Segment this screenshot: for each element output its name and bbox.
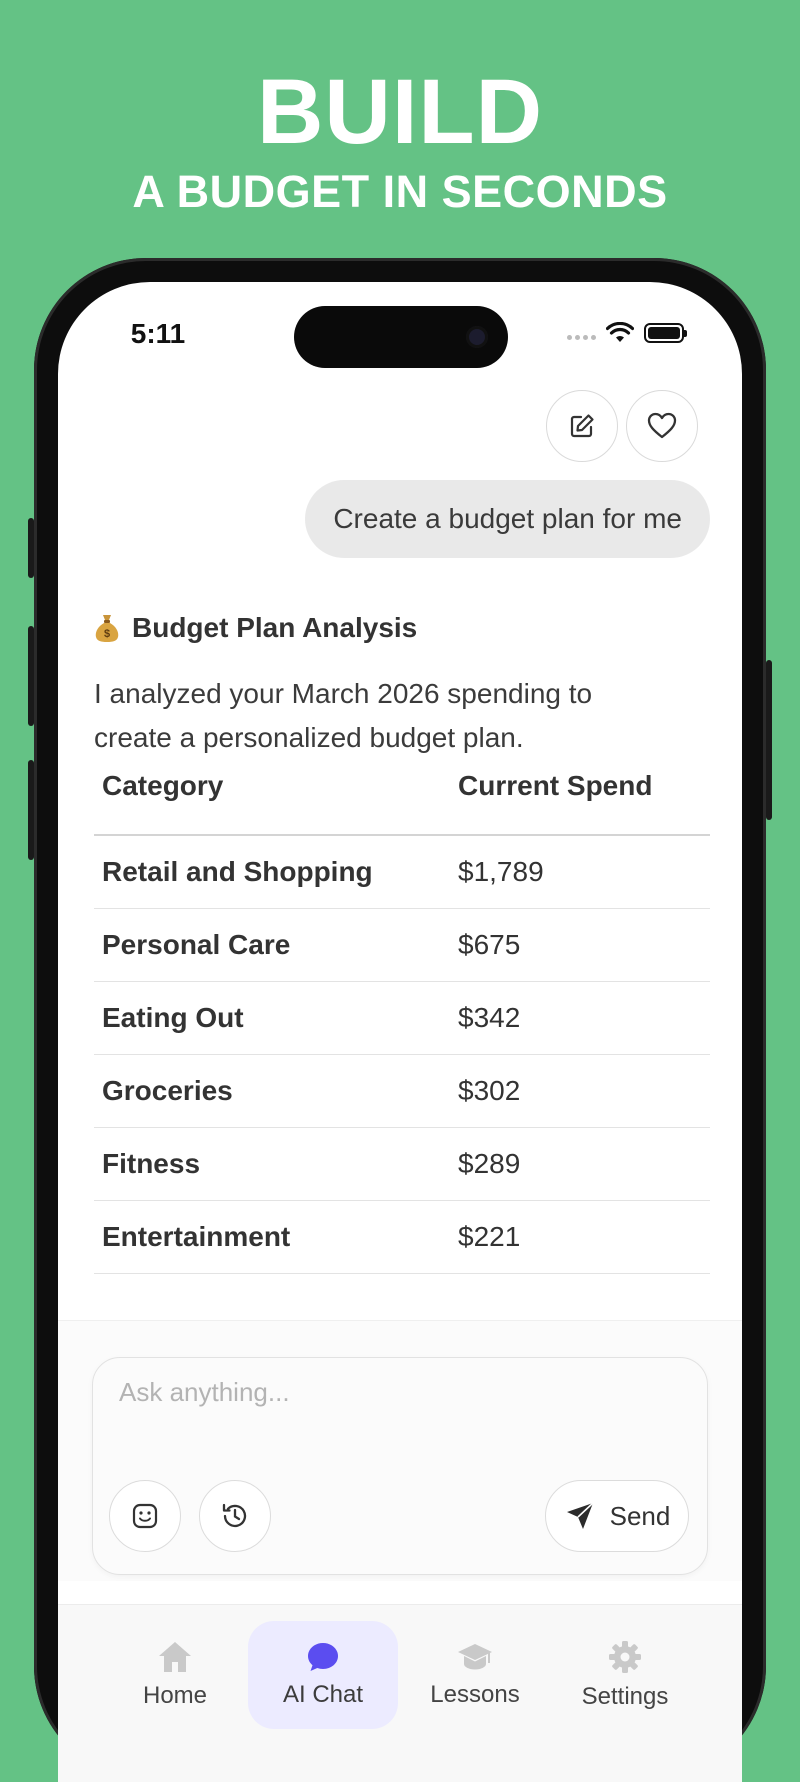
app-screen: 5:11 Create a budget plan for me $ Budge… (58, 282, 742, 1782)
front-camera (466, 326, 488, 348)
send-button[interactable]: Send (545, 1480, 689, 1552)
tab-ai-chat-label: AI Chat (282, 1681, 364, 1708)
table-cell-spend: $342 (458, 1002, 521, 1033)
table-cell-spend: $675 (458, 929, 521, 960)
send-label: Send (609, 1500, 671, 1531)
tab-home-label: Home (142, 1682, 208, 1709)
home-icon (159, 1642, 191, 1672)
money-bag-icon: $ (95, 615, 119, 642)
tab-ai-chat[interactable]: AI Chat (248, 1621, 398, 1729)
graduation-cap-icon (458, 1644, 492, 1670)
table-cell-category: Fitness (102, 1148, 201, 1179)
answer-heading: $ Budget Plan Analysis (94, 612, 417, 644)
table-header-category: Category (102, 770, 224, 801)
composer: Send (92, 1357, 708, 1575)
table-cell-spend: $289 (458, 1148, 521, 1179)
tab-bar: Home AI Chat Lessons Settings (58, 1604, 742, 1782)
chat-bubble-icon (308, 1643, 338, 1671)
table-cell-spend: $221 (458, 1221, 521, 1252)
edit-icon (570, 414, 594, 438)
tab-settings[interactable]: Settings (550, 1621, 700, 1729)
heart-icon (647, 412, 677, 439)
table-row: Entertainment $221 (94, 1201, 710, 1274)
phone-volume-down-button (28, 760, 34, 860)
table-row: Fitness $289 (94, 1128, 710, 1201)
table-header-row: Category Current Spend (94, 770, 710, 836)
phone-power-button (766, 660, 772, 820)
tab-home[interactable]: Home (100, 1621, 250, 1729)
status-time: 5:11 (130, 318, 186, 349)
tab-settings-label: Settings (581, 1683, 669, 1710)
table-cell-category: Entertainment (102, 1221, 291, 1252)
promo-subheadline: A BUDGET IN SECONDS (132, 166, 668, 217)
smiley-icon (132, 1503, 158, 1529)
gear-icon (609, 1641, 641, 1673)
tab-lessons[interactable]: Lessons (400, 1621, 550, 1729)
table-row: Retail and Shopping $1,789 (94, 836, 710, 909)
svg-text:$: $ (104, 628, 110, 640)
table-header-current-spend: Current Spend (458, 770, 653, 801)
table-cell-spend: $1,789 (458, 856, 544, 887)
table-row: Personal Care $675 (94, 909, 710, 982)
answer-title: Budget Plan Analysis (132, 612, 418, 643)
table-cell-category: Personal Care (102, 929, 291, 960)
wifi-icon (606, 322, 634, 342)
table-cell-category: Groceries (102, 1075, 233, 1106)
history-icon (222, 1503, 247, 1528)
table-cell-spend: $302 (458, 1075, 521, 1106)
chat-input[interactable] (117, 1376, 681, 1409)
history-button[interactable] (199, 1480, 271, 1552)
phone-volume-up-button (28, 626, 34, 726)
answer-text: I analyzed your March 2026 spending to c… (94, 678, 593, 753)
table-row: Eating Out $342 (94, 982, 710, 1055)
promo-headline: BUILD (256, 61, 544, 163)
phone-action-button (28, 518, 34, 578)
battery-icon (644, 323, 687, 343)
table-cell-category: Eating Out (102, 1002, 244, 1033)
send-icon (566, 1502, 594, 1529)
dynamic-island (294, 306, 508, 368)
budget-table: Category Current Spend Retail and Shoppi… (94, 770, 710, 1274)
user-message-bubble: Create a budget plan for me (305, 480, 710, 558)
emoji-button[interactable] (109, 1480, 181, 1552)
new-chat-button[interactable] (546, 390, 618, 462)
favorite-button[interactable] (626, 390, 698, 462)
cellular-signal-icon (567, 334, 596, 340)
status-icons (567, 322, 687, 344)
table-cell-category: Retail and Shopping (102, 856, 373, 887)
tab-lessons-label: Lessons (430, 1681, 520, 1708)
composer-area: Send (58, 1320, 742, 1581)
table-row: Groceries $302 (94, 1055, 710, 1128)
